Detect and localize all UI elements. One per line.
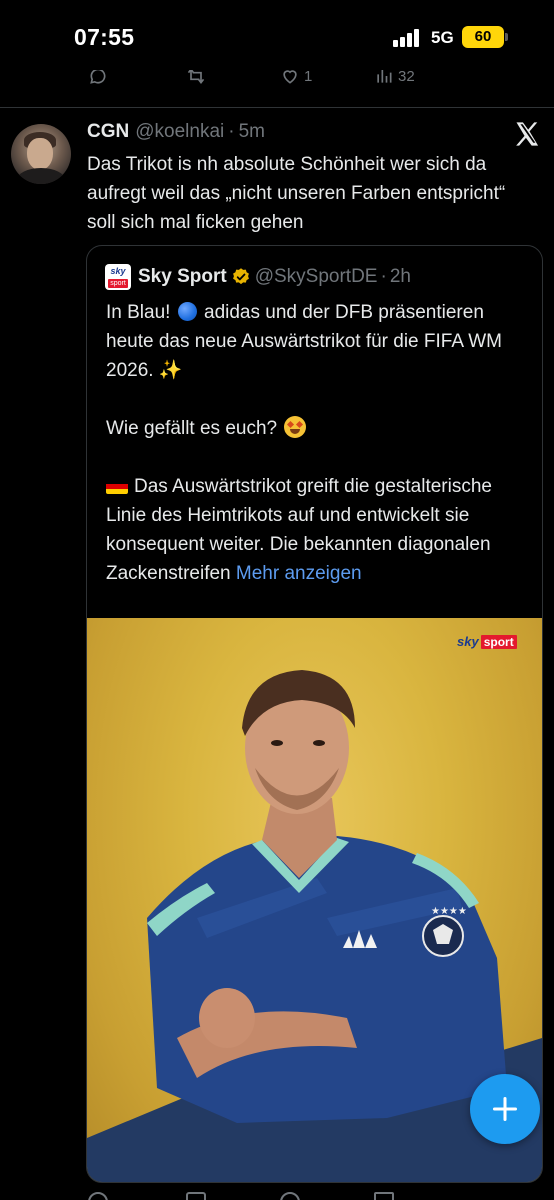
repost-icon[interactable] — [186, 70, 206, 86]
quote-text: In Blau! adidas und der DFB präsentieren… — [106, 298, 531, 588]
like-count: 1 — [304, 70, 313, 85]
battery-icon: 60 — [462, 26, 504, 48]
quote-text-line2: Wie gefällt es euch? — [106, 418, 278, 439]
view-count: 32 — [398, 70, 415, 85]
tweet-text: Das Trikot is nh absolute Schönheit wer … — [87, 154, 506, 233]
status-time: 07:55 — [74, 24, 135, 50]
views-icon — [377, 70, 392, 83]
blue-circle-emoji-icon — [177, 302, 197, 321]
quote-display-name[interactable]: Sky Sport — [138, 266, 227, 288]
separator: · — [228, 121, 235, 142]
like-button[interactable]: 1 — [280, 70, 312, 86]
signal-bars-icon — [393, 29, 423, 47]
network-type: 5G — [431, 28, 454, 47]
previous-tweet-actions: 1 32 — [0, 70, 554, 92]
battery-nub — [505, 33, 508, 41]
quote-avatar: sky sport — [105, 264, 131, 290]
user-handle[interactable]: @koelnkai — [135, 121, 224, 143]
quote-text-line1a: In Blau! — [106, 302, 171, 323]
star-struck-emoji-icon — [284, 416, 307, 438]
sky-sport-watermark: sky sport — [457, 634, 517, 649]
verified-badge-icon — [232, 268, 249, 285]
reply-icon[interactable] — [88, 1192, 108, 1200]
quote-time: 2h — [389, 266, 411, 287]
watermark-sky: sky — [457, 634, 479, 649]
user-avatar[interactable] — [11, 124, 71, 184]
display-name[interactable]: CGN — [87, 121, 129, 143]
heart-icon — [283, 70, 297, 84]
heart-icon[interactable] — [280, 1192, 300, 1200]
watermark-sport: sport — [480, 634, 517, 649]
reply-icon[interactable] — [88, 70, 108, 86]
sparkles-emoji-icon: ✨ — [158, 360, 183, 381]
quote-avatar-sport: sport — [108, 279, 128, 288]
quote-avatar-sky: sky — [110, 266, 126, 276]
quote-handle[interactable]: @SkySportDE — [255, 266, 378, 288]
quote-separator: · — [380, 266, 387, 287]
svg-text:★★★★: ★★★★ — [431, 906, 467, 917]
status-bar: 07:55 5G 60 — [0, 0, 554, 74]
views-button[interactable]: 32 — [374, 70, 415, 86]
repost-icon[interactable] — [186, 1192, 206, 1200]
plus-icon — [492, 1096, 518, 1122]
tweet-header: CGN @koelnkai · 5m — [87, 121, 265, 147]
tweet-time[interactable]: 5m — [239, 121, 265, 143]
tweet-actions-cut — [0, 1192, 554, 1200]
compose-button[interactable] — [470, 1074, 540, 1144]
quoted-tweet-card[interactable]: sky sport Sky Sport @SkySportDE · 2h In … — [86, 245, 543, 1183]
views-icon[interactable] — [374, 1192, 394, 1200]
german-flag-icon — [106, 479, 128, 494]
show-more-link[interactable]: Mehr anzeigen — [236, 563, 362, 584]
x-logo-icon[interactable] — [513, 120, 541, 148]
quote-header: sky sport Sky Sport @SkySportDE · 2h — [105, 262, 411, 292]
tweet-divider — [0, 107, 554, 108]
